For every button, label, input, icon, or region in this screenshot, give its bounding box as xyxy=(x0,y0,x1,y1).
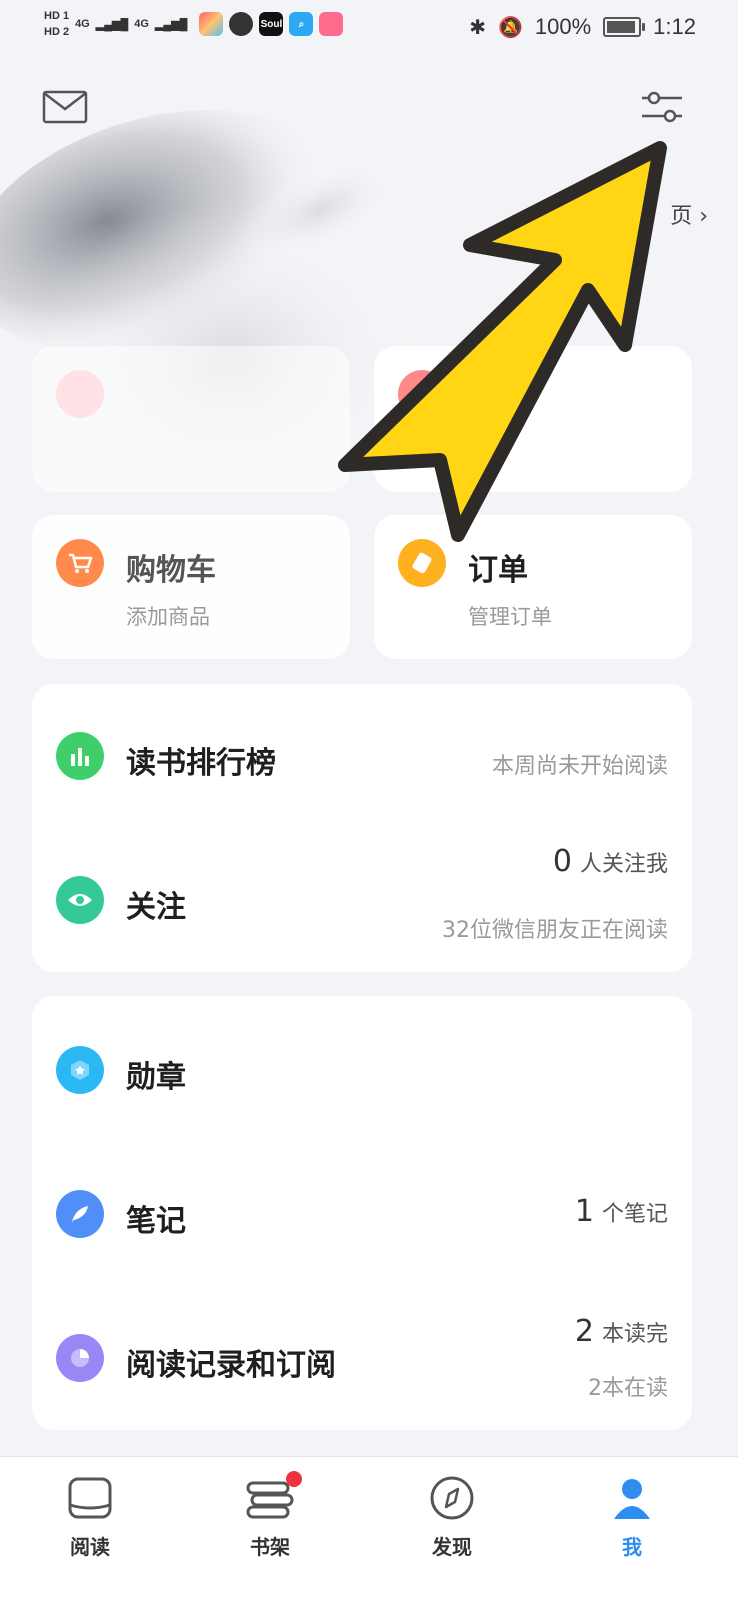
ranking-status: 本周尚未开始阅读 xyxy=(491,754,668,779)
card-icon xyxy=(398,370,446,418)
net1-label: 4G xyxy=(75,18,90,30)
badge-title: 勋章 xyxy=(126,1060,186,1095)
tab-reading[interactable]: 阅读 xyxy=(30,1475,150,1560)
order-subtitle: 管理订单 xyxy=(468,605,552,629)
tab-label: 发现 xyxy=(432,1535,472,1559)
clock: 1:12 xyxy=(653,14,696,39)
history-title: 阅读记录和订阅 xyxy=(126,1348,336,1383)
follow-row[interactable]: 关注 0 人关注我 32位微信朋友正在阅读 xyxy=(32,828,692,972)
notes-count-label: 个笔记 xyxy=(601,1202,668,1227)
cart-icon xyxy=(56,539,104,587)
hd2-label: HD 2 xyxy=(44,26,70,38)
top-card-right[interactable] xyxy=(374,346,692,492)
settings-sliders-icon[interactable] xyxy=(640,90,684,128)
notification-dot xyxy=(286,1471,302,1487)
history-pie-icon xyxy=(56,1334,104,1382)
app-icon xyxy=(319,12,344,36)
feather-icon xyxy=(56,1190,104,1238)
tab-me[interactable]: 我 xyxy=(572,1475,692,1560)
profile-page-link[interactable]: 页 › xyxy=(670,198,708,230)
bottom-tab-bar: 阅读 书架 发现 我 xyxy=(0,1456,738,1601)
bluetooth-icon: ✱ xyxy=(469,16,486,39)
status-bar: HD 1 HD 2 4G ▂▄▆█ 4G ▂▄▆█ Soul ⌕ ✱ 🔕 100… xyxy=(0,0,738,52)
tab-label: 阅读 xyxy=(70,1535,110,1559)
ranking-title: 读书排行榜 xyxy=(126,746,276,781)
history-subtitle: 2本在读 xyxy=(588,1376,668,1401)
ranking-row[interactable]: 读书排行榜 本周尚未开始阅读 xyxy=(32,684,692,828)
records-card: 勋章 笔记 1 个笔记 阅读记录和订阅 2 本读完 2本在读 xyxy=(32,996,692,1430)
hd-indicators: HD 1 HD 2 xyxy=(44,8,69,40)
follow-subtitle: 32位微信朋友正在阅读 xyxy=(442,918,668,943)
app-icon xyxy=(229,12,254,36)
tab-discover[interactable]: 发现 xyxy=(392,1475,512,1560)
history-count: 2 xyxy=(574,1314,594,1349)
hd1-label: HD 1 xyxy=(44,10,70,22)
notes-count-line: 1 个笔记 xyxy=(575,1194,668,1229)
mute-bell-icon: 🔕 xyxy=(497,16,523,39)
eye-icon xyxy=(56,876,104,924)
search-app-icon: ⌕ xyxy=(289,12,314,36)
top-card-left[interactable] xyxy=(32,346,350,492)
badge-icon xyxy=(56,1046,104,1094)
history-count-label: 本读完 xyxy=(601,1322,668,1347)
annotation-arrow xyxy=(338,141,667,542)
notes-count: 1 xyxy=(574,1194,594,1229)
battery-icon xyxy=(603,17,646,37)
battery-percent: 100% xyxy=(534,14,592,39)
history-count-line: 2 本读完 xyxy=(575,1314,668,1349)
follow-count: 0 xyxy=(552,844,572,879)
book-icon xyxy=(68,1477,112,1519)
cart-title: 购物车 xyxy=(126,553,216,588)
follow-count-label: 人关注我 xyxy=(579,852,668,877)
history-row[interactable]: 阅读记录和订阅 2 本读完 2本在读 xyxy=(32,1284,692,1430)
notes-title: 笔记 xyxy=(126,1204,186,1239)
notes-row[interactable]: 笔记 1 个笔记 xyxy=(32,1140,692,1284)
tab-bookshelf[interactable]: 书架 xyxy=(210,1471,330,1560)
status-left: HD 1 HD 2 4G ▂▄▆█ 4G ▂▄▆█ Soul ⌕ xyxy=(44,8,344,40)
mail-icon[interactable] xyxy=(42,90,88,128)
follow-title: 关注 xyxy=(126,890,186,925)
signal-icon: ▂▄▆█ xyxy=(95,18,129,31)
badge-row[interactable]: 勋章 xyxy=(32,996,692,1140)
status-right: ✱ 🔕 100% 1:12 xyxy=(469,14,696,40)
order-card[interactable]: 订单 管理订单 xyxy=(374,515,692,659)
person-icon xyxy=(614,1479,650,1519)
tab-label: 我 xyxy=(622,1535,642,1559)
tab-label: 书架 xyxy=(250,1535,290,1559)
soul-app-icon: Soul xyxy=(259,12,284,36)
ranking-icon xyxy=(56,732,104,780)
compass-icon xyxy=(430,1476,474,1520)
card-icon xyxy=(56,370,104,418)
order-title: 订单 xyxy=(468,553,528,588)
social-card: 读书排行榜 本周尚未开始阅读 关注 0 人关注我 32位微信朋友正在阅读 xyxy=(32,684,692,972)
order-icon xyxy=(398,539,446,587)
app-icon xyxy=(199,12,224,36)
cart-subtitle: 添加商品 xyxy=(126,605,210,629)
cart-card[interactable]: 购物车 添加商品 xyxy=(32,515,350,659)
follow-count-line: 0 人关注我 xyxy=(553,844,668,879)
signal-icon: ▂▄▆█ xyxy=(154,18,188,31)
net2-label: 4G xyxy=(134,18,149,30)
